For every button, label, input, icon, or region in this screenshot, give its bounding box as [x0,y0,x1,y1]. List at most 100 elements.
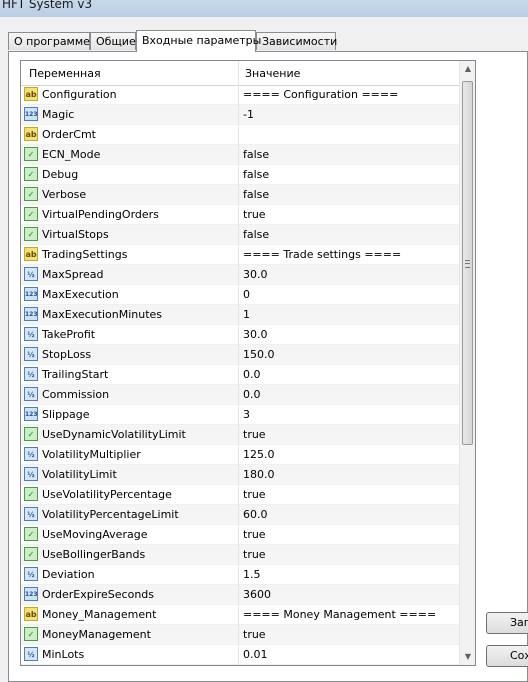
parameter-value[interactable]: false [243,168,269,181]
parameter-value[interactable]: 60.0 [243,508,268,521]
table-row[interactable]: 123 Slippage 3 [21,405,459,425]
double-type-icon: ½ [24,447,38,461]
double-type-icon: ½ [24,327,38,341]
parameter-value[interactable]: 3600 [243,588,271,601]
int-type-icon: 123 [24,287,38,301]
parameter-name: ECN_Mode [42,148,101,161]
table-row[interactable]: ½ TrailingStart 0.0 [21,365,459,385]
scroll-down-arrow-icon[interactable]: ▼ [460,649,475,665]
parameter-name: UseVolatilityPercentage [42,488,172,501]
save-button[interactable]: Сох [486,645,528,667]
parameter-value[interactable]: ==== Money Management ==== [243,608,436,621]
parameter-name: UseDynamicVolatilityLimit [42,428,186,441]
table-row[interactable]: ab TradingSettings ==== Trade settings ===… [21,245,459,265]
parameter-value[interactable]: true [243,528,266,541]
column-divider[interactable] [238,61,239,85]
parameter-value[interactable]: 30.0 [243,328,268,341]
double-type-icon: ½ [24,347,38,361]
parameter-value[interactable]: 1 [243,308,250,321]
column-header-variable[interactable]: Переменная [29,67,101,80]
parameter-value[interactable]: 3 [243,408,250,421]
cell-divider [238,645,239,665]
table-row[interactable]: ½ VolatilityPercentageLimit 60.0 [21,505,459,525]
table-row[interactable]: ½ Commission 0.0 [21,385,459,405]
title-bar: HFT System v3 [0,0,528,17]
double-type-icon: ½ [24,467,38,481]
table-row[interactable]: ✓ VirtualPendingOrders true [21,205,459,225]
input-parameters-grid[interactable]: Переменная Значение ab Configuration ==== … [20,60,476,666]
parameter-value[interactable]: 0 [243,288,250,301]
load-button[interactable]: Заг [486,612,528,634]
table-row[interactable]: 123 MaxExecution 0 [21,285,459,305]
double-type-icon: ½ [24,567,38,581]
parameter-value[interactable]: 180.0 [243,468,275,481]
parameter-value[interactable]: 30.0 [243,268,268,281]
table-row[interactable]: 123 Magic -1 [21,105,459,125]
table-row[interactable]: ✓ VirtualStops false [21,225,459,245]
tab-about[interactable]: О программе [8,32,90,50]
table-row[interactable]: ½ VolatilityMultiplier 125.0 [21,445,459,465]
double-type-icon: ½ [24,507,38,521]
parameter-value[interactable]: true [243,208,266,221]
parameter-name: Magic [42,108,75,121]
table-row[interactable]: ✓ UseVolatilityPercentage true [21,485,459,505]
table-row[interactable]: 123 MaxExecutionMinutes 1 [21,305,459,325]
parameter-name: Deviation [42,568,95,581]
table-row[interactable]: ✓ Debug false [21,165,459,185]
cell-divider [238,125,239,145]
cell-divider [238,205,239,225]
parameter-name: MaxExecutionMinutes [42,308,163,321]
scroll-thumb[interactable] [462,81,473,445]
table-row[interactable]: ✓ MoneyManagement true [21,625,459,645]
table-row[interactable]: ✓ Verbose false [21,185,459,205]
table-row[interactable]: ½ MinLots 0.01 [21,645,459,665]
table-row[interactable]: ✓ UseBollingerBands true [21,545,459,565]
table-row[interactable]: ab Configuration ==== Configuration ==== [21,85,459,105]
table-row[interactable]: ½ Deviation 1.5 [21,565,459,585]
table-row[interactable]: ab Money_Management ==== Money Management … [21,605,459,625]
column-header-value[interactable]: Значение [245,67,300,80]
cell-divider [238,385,239,405]
double-type-icon: ½ [24,647,38,661]
window-title: HFT System v3 [2,0,93,11]
table-row[interactable]: ✓ UseDynamicVolatilityLimit true [21,425,459,445]
table-row[interactable]: ✓ UseMovingAverage true [21,525,459,545]
vertical-scrollbar[interactable]: ▲ ▼ [459,61,475,665]
table-row[interactable]: ½ VolatilityLimit 180.0 [21,465,459,485]
table-row[interactable]: ½ MaxSpread 30.0 [21,265,459,285]
parameter-name: VolatilityPercentageLimit [42,508,179,521]
cell-divider [238,485,239,505]
parameter-value[interactable]: true [243,548,266,561]
bool-type-icon: ✓ [24,627,38,641]
table-row[interactable]: ½ StopLoss 150.0 [21,345,459,365]
grid-header: Переменная Значение [21,61,459,86]
scroll-up-arrow-icon[interactable]: ▲ [460,61,475,77]
table-row[interactable]: 123 OrderExpireSeconds 3600 [21,585,459,605]
grid-rows: ab Configuration ==== Configuration ==== 12… [21,85,459,665]
parameter-value[interactable]: 0.01 [243,648,268,661]
cell-divider [238,425,239,445]
parameter-value[interactable]: 150.0 [243,348,275,361]
bool-type-icon: ✓ [24,547,38,561]
table-row[interactable]: ½ TakeProfit 30.0 [21,325,459,345]
parameter-value[interactable]: false [243,148,269,161]
parameter-value[interactable]: ==== Trade settings ==== [243,248,401,261]
int-type-icon: 123 [24,107,38,121]
parameter-value[interactable]: true [243,628,266,641]
parameter-value[interactable]: 0.0 [243,368,261,381]
parameter-value[interactable]: ==== Configuration ==== [243,88,398,101]
parameter-value[interactable]: 1.5 [243,568,261,581]
tab-common[interactable]: Общие [90,32,136,50]
table-row[interactable]: ✓ ECN_Mode false [21,145,459,165]
parameter-value[interactable]: 0.0 [243,388,261,401]
parameter-value[interactable]: true [243,488,266,501]
parameter-value[interactable]: true [243,428,266,441]
parameter-value[interactable]: false [243,228,269,241]
parameter-name: TradingSettings [42,248,128,261]
parameter-value[interactable]: 125.0 [243,448,275,461]
table-row[interactable]: ab OrderCmt [21,125,459,145]
tab-inputs[interactable]: Входные параметры [136,30,261,52]
parameter-value[interactable]: -1 [243,108,254,121]
tab-dependencies[interactable]: Зависимости [256,32,337,50]
parameter-value[interactable]: false [243,188,269,201]
